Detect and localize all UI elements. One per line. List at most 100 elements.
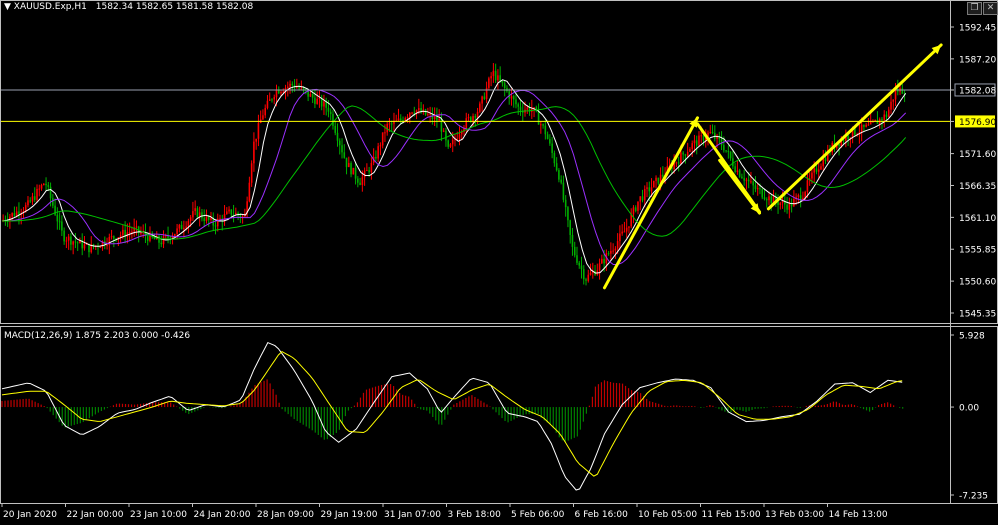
dropdown-triangle-icon[interactable]: ▼: [4, 2, 11, 12]
macd-indicator-label: MACD(12,26,9) 1.875 2.203 0.000 -0.426: [4, 331, 191, 341]
candle-body: [180, 224, 183, 230]
candle-body: [702, 135, 705, 141]
trend-arrow-shaft: [602, 116, 699, 290]
close-button[interactable]: ✕: [983, 2, 998, 15]
candle-body: [196, 208, 199, 218]
level-price-label: 1576.90: [959, 118, 996, 128]
candle-body: [630, 214, 633, 227]
candle-body: [361, 177, 364, 185]
candle-body: [131, 231, 133, 233]
price-tick-label: 1561.10: [959, 214, 996, 224]
candle-body: [643, 188, 646, 201]
candle-body: [546, 134, 549, 140]
candle-body: [207, 216, 210, 220]
candle-body: [549, 139, 551, 144]
candle-body: [158, 236, 160, 243]
candle-body: [621, 231, 623, 234]
candle-body: [822, 158, 825, 167]
candle-body: [623, 231, 626, 233]
candle-body: [366, 170, 368, 172]
candle-body: [289, 83, 291, 87]
candle-body: [479, 103, 481, 112]
candle-body: [99, 246, 102, 248]
candle-body: [106, 245, 108, 247]
candle-body: [76, 242, 79, 244]
time-tick-label: 29 Jan 19:00: [321, 510, 378, 520]
candle-body: [517, 104, 520, 107]
signal-line: [1, 350, 903, 477]
candle-body: [655, 177, 657, 181]
candle-body: [641, 196, 644, 201]
candle-body: [770, 196, 773, 204]
candle-body: [497, 75, 499, 81]
candle-body: [214, 225, 217, 227]
candle-body: [634, 207, 637, 211]
candle-body: [183, 227, 185, 230]
price-tick-label: 1566.35: [959, 182, 996, 192]
candle-body: [122, 229, 124, 236]
candle-body: [729, 151, 732, 159]
candle-body: [736, 170, 739, 173]
candle-body: [867, 124, 870, 126]
candle-body: [58, 221, 61, 223]
candle-body: [146, 236, 149, 241]
candle-body: [512, 96, 515, 100]
candle-body: [601, 258, 603, 264]
candle-body: [160, 242, 163, 245]
candle-body: [765, 199, 768, 201]
candle-body: [449, 144, 452, 147]
candle-body: [675, 162, 678, 164]
candle-body: [582, 269, 585, 280]
candle-body: [29, 200, 32, 202]
candle-body: [614, 248, 617, 251]
candle-body: [619, 233, 621, 242]
candle-body: [754, 185, 757, 189]
price-tick-label: 1555.85: [959, 246, 996, 256]
restore-button[interactable]: ❐: [967, 2, 982, 15]
candle-body: [709, 131, 712, 133]
candle-body: [72, 241, 74, 245]
candle-body: [662, 174, 664, 177]
candle-body: [203, 218, 206, 221]
candle-body: [65, 240, 68, 242]
ohlc-values: 1582.34 1582.65 1581.58 1582.08: [95, 2, 254, 12]
candle-body: [691, 143, 694, 150]
macd-tick-label: 5.928: [959, 332, 985, 342]
chart-canvas[interactable]: 1592.45 1587.20 1582.08 1576.90 1571.60 1566.…: [0, 0, 998, 521]
candle-body: [413, 112, 416, 114]
candle-body: [727, 151, 730, 153]
candle-body: [70, 236, 72, 245]
candle-body: [562, 182, 565, 200]
candle-body: [745, 179, 748, 181]
candle-body: [761, 189, 764, 198]
candle-body: [700, 135, 703, 137]
candle-body: [646, 187, 648, 189]
candle-body: [399, 118, 402, 121]
candle-body: [693, 140, 696, 144]
candle-body: [747, 179, 750, 182]
candle-body: [230, 209, 233, 215]
candle-body: [343, 152, 346, 158]
candle-body: [677, 162, 680, 164]
candle-body: [759, 188, 761, 190]
candle-body: [567, 207, 569, 221]
candle-body: [603, 258, 605, 264]
candle-body: [49, 186, 52, 199]
fast-ma-line: [1, 79, 907, 274]
candle-body: [384, 132, 386, 134]
macd-line: [1, 341, 903, 491]
candle-body: [187, 221, 190, 227]
slow-ma-line: [2, 105, 907, 240]
candle-body: [189, 217, 192, 222]
candle-body: [571, 234, 574, 247]
candle-body: [515, 99, 517, 105]
candle-body: [262, 115, 264, 120]
candle-body: [113, 236, 115, 239]
candle-body: [375, 156, 377, 159]
candle-body: [585, 279, 587, 281]
candle-body: [542, 124, 544, 126]
candle-body: [625, 227, 628, 232]
candle-body: [235, 212, 237, 215]
candle-body: [316, 98, 318, 104]
price-pane-border: [0, 0, 998, 324]
